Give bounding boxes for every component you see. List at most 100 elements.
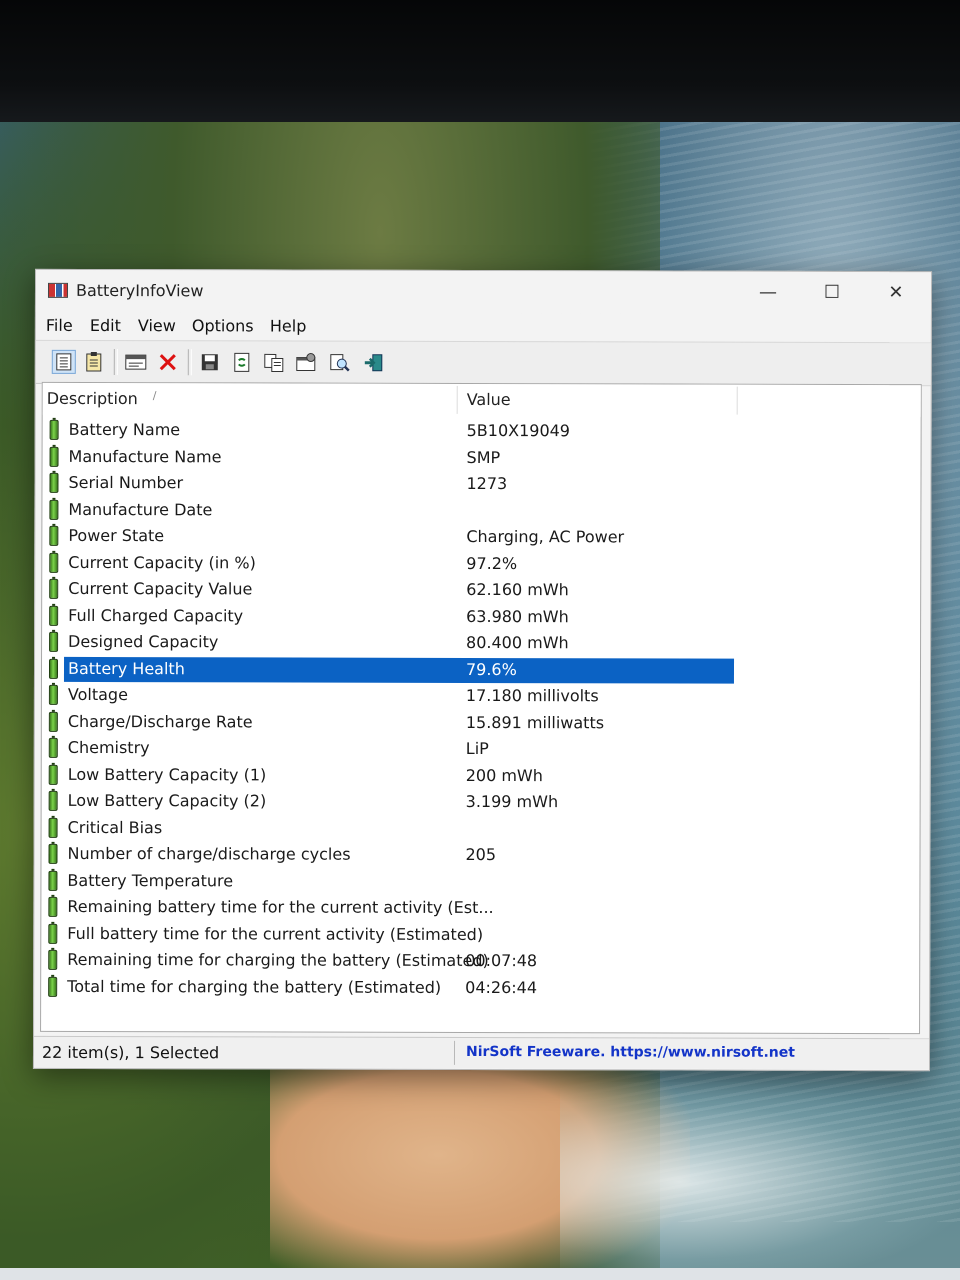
table-row[interactable]: Total time for charging the battery (Est… [41,973,921,1002]
column-header-value[interactable]: Value [467,390,511,409]
table-row[interactable]: Designed Capacity 80.400 mWh [42,629,922,658]
battery-icon [48,711,58,732]
battery-icon [48,817,58,838]
row-description: Full Charged Capacity [68,605,244,625]
column-divider[interactable] [456,385,458,414]
table-row[interactable]: Low Battery Capacity (2) 3.199 mWh [42,788,922,817]
row-value: 00:07:48 [465,950,538,971]
row-value: 79.6% [465,659,517,679]
row-description: Remaining battery time for the current a… [67,896,494,918]
table-row[interactable]: Manufacture Date [42,496,921,525]
table-row[interactable]: Serial Number 1273 [42,470,921,499]
table-row[interactable]: Critical Bias [42,814,922,843]
battery-log-icon[interactable] [124,350,148,374]
row-value: 97.2% [466,553,518,573]
table-row[interactable]: Current Capacity Value 62.160 mWh [42,576,922,605]
table-row[interactable]: Chemistry LiP [42,735,922,764]
row-description: Battery Health [67,658,185,678]
row-description: Charge/Discharge Rate [67,711,253,731]
wallpaper-surf [560,1082,960,1280]
battery-icon [48,896,58,917]
window-title: BatteryInfoView [75,280,204,301]
options-icon[interactable] [294,351,318,375]
taskbar[interactable] [0,1268,960,1280]
row-description: Low Battery Capacity (2) [67,790,267,811]
find-icon[interactable] [328,351,352,375]
table-row[interactable]: Voltage 17.180 millivolts [42,682,922,711]
row-description: Battery Temperature [67,870,234,890]
row-description: Low Battery Capacity (1) [67,764,267,784]
exit-icon[interactable] [362,351,386,375]
status-bar: 22 item(s), 1 Selected NirSoft Freeware.… [33,1035,930,1070]
nirsoft-link[interactable]: NirSoft Freeware. https://www.nirsoft.ne… [466,1044,795,1061]
menu-file[interactable]: File [46,316,73,335]
table-row[interactable]: Power State Charging, AC Power [42,523,921,552]
battery-info-list[interactable]: Description / Value Battery Name 5B10X190… [40,381,922,1035]
status-divider [453,1040,456,1065]
table-row[interactable]: Current Capacity (in %) 97.2% [42,549,922,578]
row-description: Serial Number [68,472,184,493]
battery-icon [48,684,58,705]
table-row[interactable]: Battery Temperature [41,867,921,896]
sort-indicator-icon: / [152,389,157,403]
table-row[interactable]: Battery Name 5B10X19049 [43,417,922,446]
menu-options[interactable]: Options [192,316,254,335]
row-description: Chemistry [67,737,150,758]
row-description: Battery Name [68,419,181,440]
battery-info-window: BatteryInfoView — ☐ ✕ File Edit View Opt… [32,268,933,1072]
row-value: 17.180 millivolts [465,685,599,706]
menu-help[interactable]: Help [270,316,307,335]
battery-icon [49,552,59,573]
row-description: Current Capacity (in %) [68,552,256,572]
menu-edit[interactable]: Edit [90,316,121,335]
row-value: 80.400 mWh [466,632,569,653]
row-value: 205 [465,844,497,865]
row-value: LiP [465,738,489,759]
properties-icon[interactable] [51,349,76,374]
table-row[interactable]: Number of charge/discharge cycles 205 [41,841,921,870]
menu-bar: File Edit View Options Help [36,312,931,342]
row-value: 5B10X19049 [466,420,571,441]
table-row[interactable]: Charge/Discharge Rate 15.891 milliwatts [42,708,922,737]
save-icon[interactable] [198,350,222,374]
row-value: 200 mWh [465,765,543,785]
title-bar[interactable]: BatteryInfoView — ☐ ✕ [35,269,932,315]
battery-icon [49,499,59,520]
minimize-button[interactable]: — [736,272,800,312]
table-row[interactable]: Full Charged Capacity 63.980 mWh [42,602,922,631]
battery-icon [49,472,59,493]
column-header-description[interactable]: Description [47,389,138,408]
status-item-count: 22 item(s), 1 Selected [41,1042,220,1063]
battery-icon [48,976,58,997]
table-row[interactable]: Full battery time for the current activi… [41,920,921,949]
copy-icon[interactable] [262,350,286,374]
table-row[interactable]: Battery Health 79.6% [42,655,922,684]
row-value: 62.160 mWh [466,579,569,600]
html-report-icon[interactable] [82,350,106,374]
row-value: 3.199 mWh [465,791,559,812]
toolbar [35,339,931,387]
battery-icon [49,525,59,546]
table-row[interactable]: Manufacture Name SMP [43,443,922,472]
row-description: Designed Capacity [68,631,219,652]
maximize-button[interactable]: ☐ [800,272,864,312]
menu-view[interactable]: View [138,316,176,335]
table-row[interactable]: Remaining time for charging the battery … [41,947,921,976]
battery-icon [49,578,59,599]
table-row[interactable]: Low Battery Capacity (1) 200 mWh [42,761,922,790]
battery-icon [48,923,58,944]
row-description: Number of charge/discharge cycles [67,843,351,864]
toolbar-separator [113,349,118,376]
row-value: 15.891 milliwatts [465,712,605,732]
column-divider[interactable] [736,386,738,415]
row-description: Power State [68,525,165,546]
row-value: SMP [466,447,501,467]
row-value: Charging, AC Power [466,526,625,547]
close-button[interactable]: ✕ [864,272,928,312]
battery-icon [48,870,58,891]
list-header: Description / Value [42,382,922,418]
battery-icon [49,605,59,626]
refresh-icon[interactable] [230,350,254,374]
clear-log-icon[interactable] [156,350,180,374]
table-row[interactable]: Remaining battery time for the current a… [41,894,921,923]
